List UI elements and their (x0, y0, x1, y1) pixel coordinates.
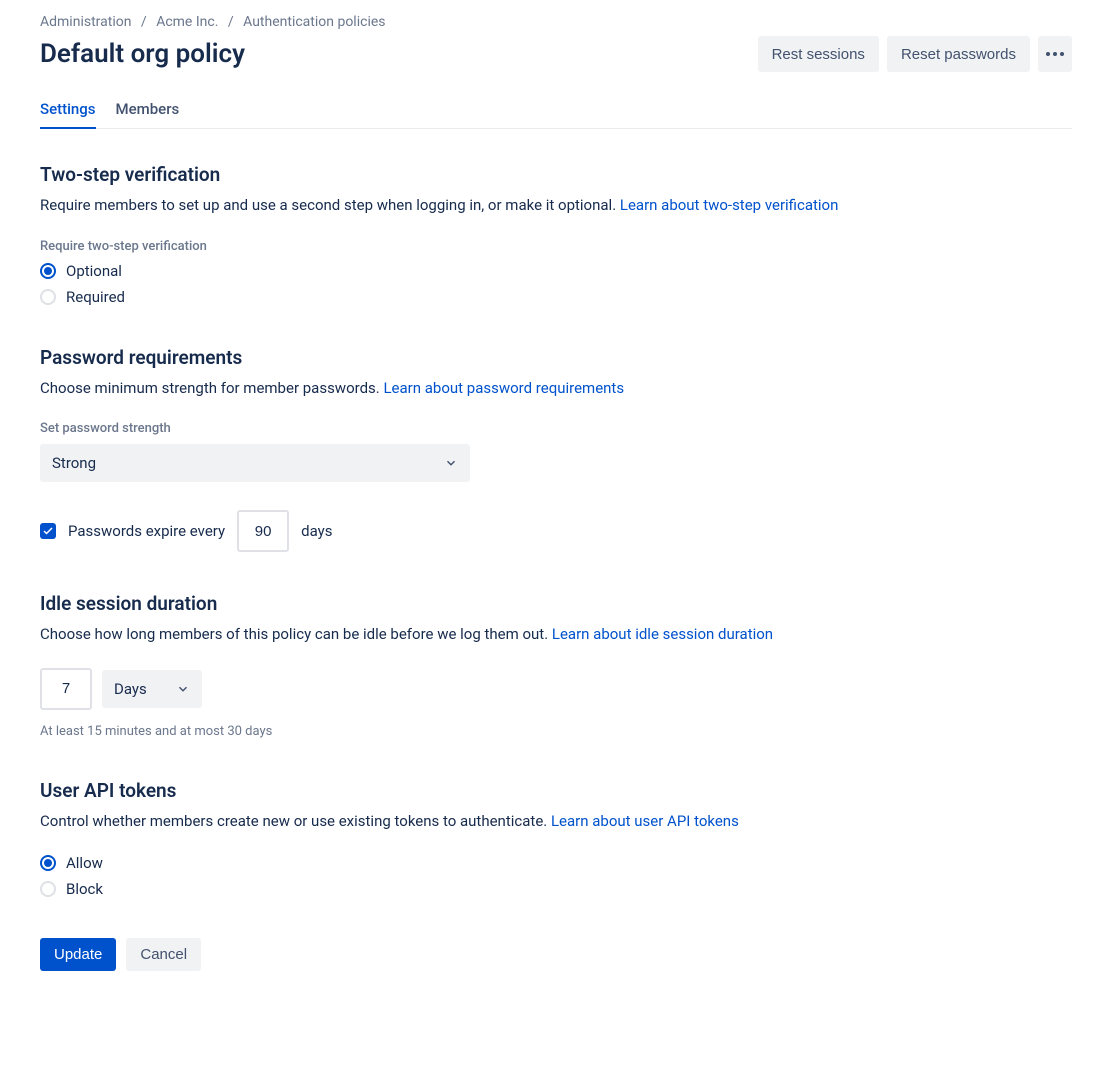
password-expire-days-input[interactable] (237, 510, 289, 552)
breadcrumb-acme[interactable]: Acme Inc. (156, 14, 218, 30)
breadcrumb-auth-policies[interactable]: Authentication policies (243, 14, 385, 30)
password-expire-prefix: Passwords expire every (68, 522, 225, 540)
idle-learn-link[interactable]: Learn about idle session duration (552, 625, 773, 643)
reset-passwords-button[interactable]: Reset passwords (887, 36, 1030, 72)
password-req-title: Password requirements (40, 346, 1072, 369)
radio-optional-label: Optional (66, 262, 122, 280)
tab-settings[interactable]: Settings (40, 92, 96, 128)
more-horizontal-icon (1046, 52, 1064, 56)
breadcrumb-separator: / (222, 14, 240, 30)
footer-actions: Update Cancel (40, 938, 1072, 971)
more-actions-button[interactable] (1038, 36, 1072, 72)
password-strength-select[interactable]: Strong (40, 444, 470, 482)
two-step-field-label: Require two-step verification (40, 239, 1072, 254)
update-button[interactable]: Update (40, 938, 116, 971)
api-tokens-radio-group: Allow Block (40, 854, 1072, 898)
section-idle: Idle session duration Choose how long me… (40, 592, 1072, 739)
password-req-desc: Choose minimum strength for member passw… (40, 377, 1072, 400)
chevron-down-icon (444, 456, 458, 470)
two-step-radio-group: Optional Required (40, 262, 1072, 306)
cancel-button[interactable]: Cancel (126, 938, 201, 971)
two-step-learn-link[interactable]: Learn about two-step verification (620, 196, 839, 214)
tabs: Settings Members (40, 92, 1072, 129)
api-tokens-desc: Control whether members create new or us… (40, 810, 1072, 833)
rest-sessions-button[interactable]: Rest sessions (758, 36, 879, 72)
radio-icon (40, 263, 56, 279)
radio-required-label: Required (66, 288, 125, 306)
radio-icon (40, 881, 56, 897)
password-expire-row: Passwords expire every days (40, 510, 1072, 552)
radio-allow[interactable]: Allow (40, 854, 1072, 872)
two-step-desc: Require members to set up and use a seco… (40, 194, 1072, 217)
page-title: Default org policy (40, 39, 245, 69)
api-tokens-title: User API tokens (40, 779, 1072, 802)
two-step-title: Two-step verification (40, 163, 1072, 186)
password-strength-value: Strong (52, 454, 96, 472)
idle-desc-text: Choose how long members of this policy c… (40, 625, 552, 643)
idle-unit-value: Days (114, 680, 147, 698)
section-two-step: Two-step verification Require members to… (40, 163, 1072, 306)
radio-block[interactable]: Block (40, 880, 1072, 898)
idle-helper: At least 15 minutes and at most 30 days (40, 724, 1072, 739)
password-strength-label: Set password strength (40, 421, 1072, 436)
idle-value-input[interactable] (40, 668, 92, 710)
password-req-desc-text: Choose minimum strength for member passw… (40, 379, 383, 397)
api-tokens-desc-text: Control whether members create new or us… (40, 812, 551, 830)
header-actions: Rest sessions Reset passwords (758, 36, 1072, 72)
radio-icon (40, 855, 56, 871)
chevron-down-icon (176, 682, 190, 696)
password-expire-checkbox[interactable] (40, 523, 56, 539)
breadcrumb-separator: / (135, 14, 153, 30)
api-tokens-learn-link[interactable]: Learn about user API tokens (551, 812, 739, 830)
radio-block-label: Block (66, 880, 103, 898)
two-step-desc-text: Require members to set up and use a seco… (40, 196, 620, 214)
radio-required[interactable]: Required (40, 288, 1072, 306)
password-req-learn-link[interactable]: Learn about password requirements (383, 379, 624, 397)
radio-optional[interactable]: Optional (40, 262, 1072, 280)
breadcrumb: Administration / Acme Inc. / Authenticat… (40, 14, 1072, 30)
radio-allow-label: Allow (66, 854, 103, 872)
idle-unit-select[interactable]: Days (102, 670, 202, 708)
tab-members[interactable]: Members (116, 92, 180, 128)
idle-title: Idle session duration (40, 592, 1072, 615)
idle-desc: Choose how long members of this policy c… (40, 623, 1072, 646)
section-password-req: Password requirements Choose minimum str… (40, 346, 1072, 553)
breadcrumb-administration[interactable]: Administration (40, 14, 131, 30)
password-expire-suffix: days (301, 522, 332, 540)
check-icon (42, 525, 54, 537)
section-api-tokens: User API tokens Control whether members … (40, 779, 1072, 899)
radio-icon (40, 289, 56, 305)
